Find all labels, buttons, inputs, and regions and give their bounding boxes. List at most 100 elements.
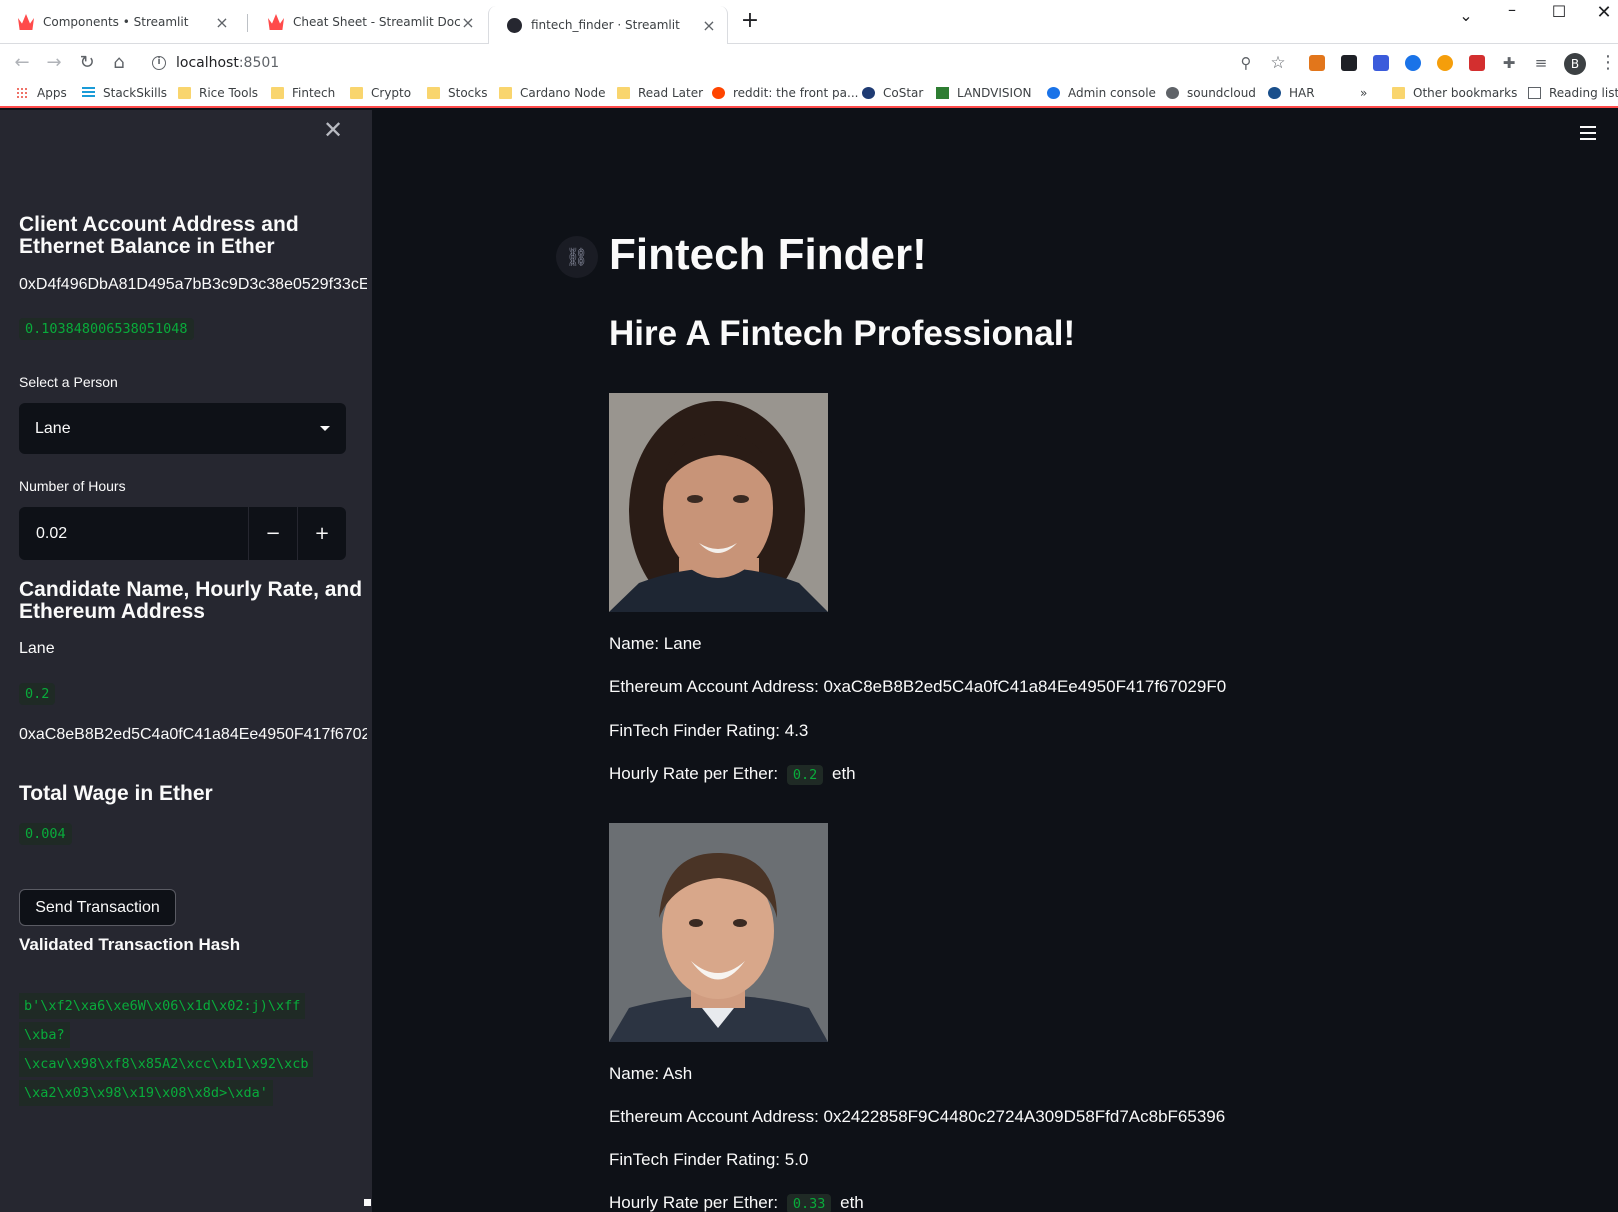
tab-search-icon[interactable]: ⌄ <box>1454 6 1478 25</box>
close-icon[interactable]: × <box>460 13 476 32</box>
zoom-icon[interactable]: ⚲ <box>1234 52 1258 74</box>
bookmark-other-bookmarks[interactable]: Other bookmarks <box>1392 86 1517 100</box>
increment-button[interactable]: + <box>297 507 346 560</box>
profile-photo-lane <box>609 393 828 612</box>
reading-mode-icon[interactable]: ≡ <box>1529 52 1553 74</box>
candidate-address: 0xaC8eB8B2ed5C4a0fC41a84Ee4950F417f67029… <box>19 726 367 743</box>
bookmark-label: StackSkills <box>103 86 168 100</box>
new-tab-button[interactable]: + <box>738 8 762 33</box>
tab-label: Components • Streamlit <box>43 15 189 29</box>
bookmark-reddit[interactable]: reddit: the front pa... <box>712 86 858 100</box>
tab-components[interactable]: Components • Streamlit × <box>0 6 240 38</box>
bookmark-label: Crypto <box>371 86 412 100</box>
bookmark-label: Apps <box>37 86 67 100</box>
tab-label: Cheat Sheet - Streamlit Docs <box>293 15 460 29</box>
landvision-icon <box>936 87 949 99</box>
streamlit-icon <box>268 14 284 30</box>
bookmarks-overflow[interactable]: » <box>1360 86 1367 100</box>
menu-kebab-icon[interactable]: ⋮ <box>1596 52 1618 74</box>
send-transaction-button[interactable]: Send Transaction <box>19 889 176 926</box>
folder-icon <box>1392 87 1405 99</box>
metamask-extension-icon[interactable] <box>1309 55 1325 71</box>
reload-button[interactable]: ↻ <box>75 52 99 74</box>
select-value: Lane <box>35 419 71 437</box>
decrement-button[interactable]: − <box>248 507 297 560</box>
forward-button[interactable]: → <box>42 52 66 74</box>
person-select[interactable]: Lane <box>19 403 346 454</box>
binance-extension-icon[interactable] <box>1341 55 1357 71</box>
folder-icon <box>350 87 363 99</box>
bookmark-har[interactable]: HAR <box>1268 86 1315 100</box>
bookmark-costar[interactable]: CoStar <box>862 86 923 100</box>
circle-extension-icon[interactable] <box>1405 55 1421 71</box>
site-info-icon[interactable]: i <box>152 56 166 70</box>
bookmark-rice-tools[interactable]: Rice Tools <box>178 86 258 100</box>
bookmark-stackskills[interactable]: StackSkills <box>82 86 167 100</box>
candidate-rate-code: 0.2 <box>19 683 56 705</box>
close-icon[interactable]: × <box>701 16 717 35</box>
tab-label: fintech_finder · Streamlit <box>531 18 680 32</box>
bookmark-stocks[interactable]: Stocks <box>427 86 487 100</box>
bookmark-admin-console[interactable]: Admin console <box>1047 86 1156 100</box>
bookmark-cardano-node[interactable]: Cardano Node <box>499 86 606 100</box>
rate-label: Hourly Rate per Ether: <box>609 764 779 783</box>
bookmark-label: soundcloud <box>1187 86 1256 100</box>
bookmark-crypto[interactable]: Crypto <box>350 86 411 100</box>
apps-grid-icon <box>16 87 29 99</box>
pdf-extension-icon[interactable] <box>1469 55 1485 71</box>
puzzle-extensions-icon[interactable]: ✚ <box>1497 52 1521 74</box>
hours-input[interactable]: 0.02 <box>19 507 248 560</box>
hash-header: Validated Transaction Hash <box>19 935 241 954</box>
url-port: :8501 <box>238 55 280 71</box>
bookmark-read-later[interactable]: Read Later <box>617 86 703 100</box>
browser-tab-bar: Components • Streamlit × Cheat Sheet - S… <box>0 0 1618 44</box>
close-sidebar-icon[interactable]: ✕ <box>323 116 343 144</box>
bookmark-label: HAR <box>1289 86 1315 100</box>
layers-extension-icon[interactable] <box>1373 55 1389 71</box>
admin-icon <box>1047 87 1060 99</box>
hamburger-menu-icon[interactable] <box>1580 126 1596 142</box>
link-icon[interactable]: ⛓ <box>556 236 598 278</box>
tab-separator <box>247 14 248 32</box>
home-button[interactable]: ⌂ <box>107 52 131 74</box>
professional-rating: FinTech Finder Rating: 4.3 <box>609 721 809 740</box>
tab-cheat-sheet[interactable]: Cheat Sheet - Streamlit Docs × <box>250 6 486 38</box>
bookmark-landvision[interactable]: LANDVISION <box>936 86 1032 100</box>
streamlit-app-icon <box>507 17 522 33</box>
star-bookmark-icon[interactable]: ☆ <box>1266 52 1290 74</box>
reading-list[interactable]: Reading list <box>1528 86 1618 100</box>
bookmark-label: Other bookmarks <box>1413 86 1518 100</box>
maximize-button[interactable]: ☐ <box>1547 2 1571 21</box>
tab-fintech-finder[interactable]: fintech_finder · Streamlit × <box>488 6 728 44</box>
bookmark-label: Read Later <box>638 86 704 100</box>
minimize-button[interactable]: – <box>1500 0 1524 19</box>
orange-extension-icon[interactable] <box>1437 55 1453 71</box>
candidate-name: Lane <box>19 640 55 657</box>
back-button[interactable]: ← <box>10 52 34 74</box>
reddit-icon <box>712 87 725 99</box>
bookmark-label: Reading list <box>1549 86 1618 100</box>
address-bar[interactable]: i localhost:8501 <box>140 48 1240 78</box>
har-icon <box>1268 87 1281 99</box>
bookmark-label: Stocks <box>448 86 488 100</box>
page-title: Fintech Finder! <box>609 230 927 279</box>
wage-code: 0.004 <box>19 823 72 845</box>
close-icon[interactable]: × <box>214 13 230 32</box>
hash-line: b'\xf2\xa6\xe6W\x06\x1d\x02:j)\xff <box>19 993 306 1019</box>
bookmark-apps[interactable]: Apps <box>16 86 67 100</box>
reading-list-icon <box>1528 87 1541 99</box>
professional-rating: FinTech Finder Rating: 5.0 <box>609 1150 809 1169</box>
url-text: localhost:8501 <box>176 55 279 71</box>
profile-avatar[interactable]: B <box>1564 53 1586 75</box>
bookmark-label: reddit: the front pa... <box>733 86 859 100</box>
wage-header: Total Wage in Ether <box>19 782 213 805</box>
rate-unit: eth <box>832 764 856 783</box>
rate-label: Hourly Rate per Ether: <box>609 1193 779 1212</box>
rate-unit: eth <box>840 1193 864 1212</box>
close-window-button[interactable]: ✕ <box>1592 2 1616 23</box>
bookmark-soundcloud[interactable]: soundcloud <box>1166 86 1256 100</box>
sidebar-resize-handle[interactable] <box>364 1199 371 1206</box>
transaction-hash: b'\xf2\xa6\xe6W\x06\x1d\x02:j)\xff \xba?… <box>19 993 349 1109</box>
balance-code: 0.103848006538051048 <box>19 318 194 340</box>
bookmark-fintech[interactable]: Fintech <box>271 86 335 100</box>
